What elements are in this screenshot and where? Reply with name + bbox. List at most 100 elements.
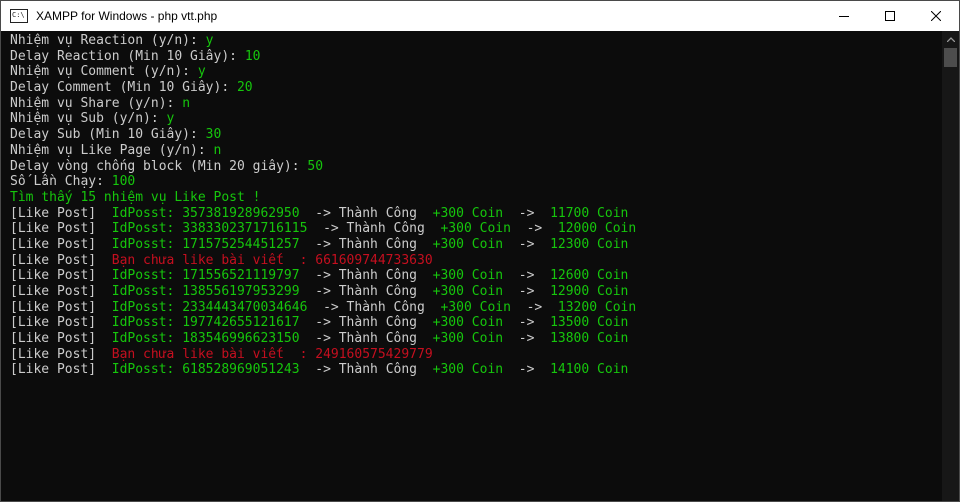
coin-total: 13200 Coin [557,299,637,315]
config-label: Nhiệm vụ Share (y/n): [10,95,183,111]
status-text: -> Thành Công [315,315,417,331]
post-id: IdPosst: 197742655121617 [111,315,300,331]
log-tag: [Like Post] [10,205,97,221]
close-icon [931,11,941,21]
config-label: Nhiệm vụ Comment (y/n): [10,64,198,80]
status-text: -> Thành Công [315,362,417,378]
config-label: Delay Reaction (Min 10 Giây): [10,48,245,64]
arrow: -> [518,362,535,378]
config-line: Delay Comment (Min 10 Giây): 20 [10,80,942,96]
arrow: -> [518,331,535,347]
console-output[interactable]: Nhiệm vụ Reaction (y/n): y Delay Reactio… [1,31,942,501]
log-line: [Like Post] IdPosst: 183546996623150 -> … [10,331,942,347]
vertical-scrollbar[interactable] [942,31,959,501]
title-bar[interactable]: XAMPP for Windows - php vtt.php [1,1,959,31]
config-line: Nhiệm vụ Sub (y/n): y [10,111,942,127]
config-value: y [197,64,206,80]
coin-earned: +300 Coin [440,221,511,237]
config-value: y [205,33,214,48]
log-tag: [Like Post] [10,315,97,331]
coin-total: 13800 Coin [550,331,629,347]
status-text: -> Thành Công [315,268,417,284]
log-tag: [Like Post] [10,331,97,347]
chevron-up-icon [946,37,955,42]
log-tag: [Like Post] [10,236,97,252]
config-label: Nhiệm vụ Reaction (y/n): [10,33,206,48]
post-id: IdPosst: 3383302371716115 [111,221,308,237]
config-value: 20 [236,80,253,96]
log-tag: [Like Post] [10,252,97,268]
coin-earned: +300 Coin [440,299,511,315]
log-line: [Like Post] IdPosst: 2334443470034646 ->… [10,300,942,316]
config-value: 50 [307,158,324,174]
scrollbar-thumb[interactable] [944,48,957,67]
log-tag: [Like Post] [10,221,97,237]
log-line: [Like Post] IdPosst: 171556521119797 -> … [10,268,942,284]
coin-earned: +300 Coin [432,315,504,331]
console-icon[interactable] [10,9,28,23]
log-line: [Like Post] IdPosst: 197742655121617 -> … [10,315,942,331]
minimize-icon [839,16,849,17]
post-id: IdPosst: 171556521119797 [111,268,300,284]
coin-total: 12300 Coin [550,236,629,252]
config-label: Delay Sub (Min 10 Giây): [10,127,206,143]
config-value: n [213,142,222,158]
config-label: Delay vòng chống block (Min 20 giây): [10,158,308,174]
log-line: [Like Post] IdPosst: 138556197953299 -> … [10,284,942,300]
post-id: IdPosst: 171575254451257 [111,236,300,252]
coin-total: 12900 Coin [550,284,629,299]
arrow: -> [518,315,535,331]
arrow: -> [526,299,543,315]
status-text: -> Thành Công [315,236,417,252]
arrow: -> [518,284,535,299]
minimize-button[interactable] [821,1,867,31]
log-line: [Like Post] IdPosst: 618528969051243 -> … [10,362,942,378]
maximize-icon [885,11,895,21]
close-button[interactable] [913,1,959,31]
coin-total: 11700 Coin [550,205,629,221]
coin-total: 13500 Coin [550,315,629,331]
config-value: 100 [111,174,136,190]
log-tag: [Like Post] [10,268,97,284]
coin-earned: +300 Coin [432,268,504,284]
status-text: -> Thành Công [315,331,417,347]
maximize-button[interactable] [867,1,913,31]
arrow: -> [518,268,535,284]
log-line: [Like Post] IdPosst: 357381928962950 -> … [10,206,942,222]
error-message: Bạn chưa like bài viết : 661609744733630 [111,252,433,268]
post-id: IdPosst: 2334443470034646 [111,299,308,315]
log-tag: [Like Post] [10,284,97,299]
config-line: Delay Reaction (Min 10 Giây): 10 [10,49,942,65]
config-line: Nhiệm vụ Share (y/n): n [10,96,942,112]
window-controls [821,1,959,31]
coin-total: 12600 Coin [550,268,629,284]
status-text: -> Thành Công [323,221,425,237]
log-line-error: [Like Post] Bạn chưa like bài viết : 249… [10,347,942,363]
config-value: 30 [205,127,222,143]
scroll-up-button[interactable] [942,31,959,48]
config-line: Delay Sub (Min 10 Giây): 30 [10,127,942,143]
log-tag: [Like Post] [10,299,97,315]
config-value: n [182,95,191,111]
post-id: IdPosst: 183546996623150 [111,331,300,347]
coin-earned: +300 Coin [432,205,504,221]
config-line: Delay vòng chống block (Min 20 giây): 50 [10,159,942,175]
coin-earned: +300 Coin [432,362,504,378]
config-label: Nhiệm vụ Sub (y/n): [10,111,167,127]
config-label: Delay Comment (Min 10 Giây): [10,80,237,96]
log-line: [Like Post] IdPosst: 3383302371716115 ->… [10,221,942,237]
log-line: [Like Post] IdPosst: 171575254451257 -> … [10,237,942,253]
post-id: IdPosst: 357381928962950 [111,205,300,221]
coin-earned: +300 Coin [432,284,504,299]
status-text: -> Thành Công [323,299,425,315]
status-text: -> Thành Công [315,284,417,299]
config-label: Nhiệm vụ Like Page (y/n): [10,142,214,158]
arrow: -> [526,221,543,237]
config-line: Nhiệm vụ Like Page (y/n): n [10,143,942,159]
arrow: -> [518,205,535,221]
config-value: y [166,111,175,127]
config-line: Nhiệm vụ Comment (y/n): y [10,64,942,80]
coin-total: 12000 Coin [557,221,637,237]
config-value: 10 [244,48,261,64]
coin-total: 14100 Coin [550,362,629,378]
